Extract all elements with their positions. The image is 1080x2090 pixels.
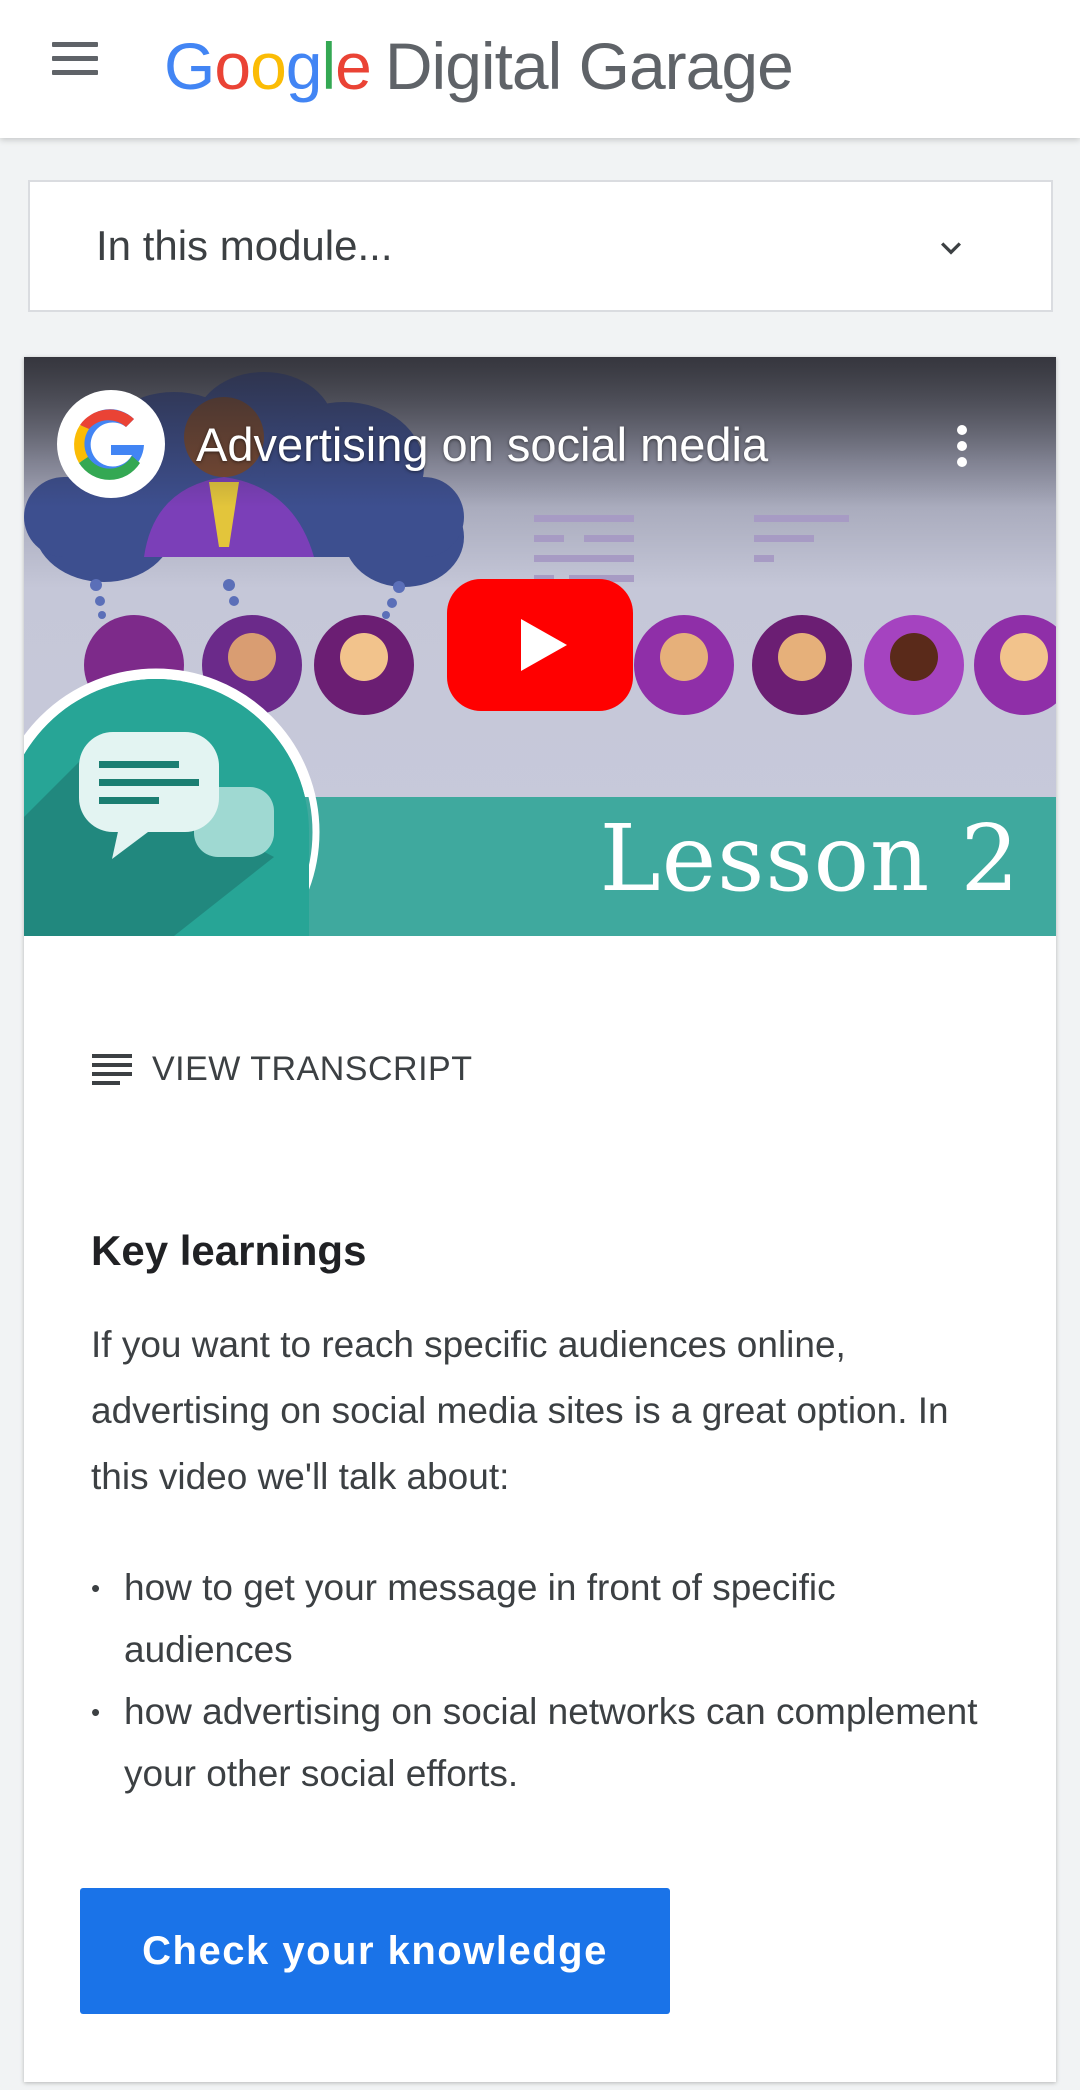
logo-letter: e	[335, 29, 372, 103]
check-your-knowledge-button[interactable]: Check your knowledge	[80, 1888, 670, 2014]
logo-letter: o	[250, 29, 287, 103]
youtube-play-icon[interactable]	[447, 579, 633, 711]
key-learnings-list: how to get your message in front of spec…	[91, 1557, 991, 1805]
logo-letter: G	[164, 29, 215, 103]
key-learnings-intro: If you want to reach specific audiences …	[91, 1324, 949, 1497]
logo-letter: o	[214, 29, 251, 103]
view-transcript-button[interactable]: VIEW TRANSCRIPT	[92, 1044, 472, 1094]
logo-letter: g	[285, 29, 323, 103]
google-digital-garage-logo[interactable]: Go o g l e Digital Garage	[164, 26, 794, 106]
logo-product-name: Digital Garage	[384, 29, 794, 103]
view-transcript-label: VIEW TRANSCRIPT	[152, 1049, 473, 1088]
chevron-down-icon	[941, 242, 961, 255]
key-learnings-heading: Key learnings	[91, 1227, 367, 1274]
list-item: how advertising on social networks can c…	[91, 1681, 991, 1805]
list-item: how to get your message in front of spec…	[91, 1557, 991, 1681]
notes-icon	[92, 1052, 132, 1086]
logo-letter: l	[321, 29, 337, 103]
more-vert-icon[interactable]	[952, 425, 972, 469]
google-g-icon[interactable]	[56, 389, 166, 499]
lesson-card: Lesson 2 Advertising on social media VIE…	[24, 357, 1056, 2082]
hamburger-menu-icon[interactable]	[44, 38, 112, 82]
video-title[interactable]: Advertising on social media	[196, 417, 768, 472]
module-dropdown[interactable]: In this module...	[28, 180, 1053, 312]
app-header: Go o g l e Digital Garage	[0, 0, 1080, 138]
video-player[interactable]: Lesson 2 Advertising on social media	[24, 357, 1056, 936]
thumbnail-lesson-text: Lesson 2	[599, 805, 1020, 912]
module-dropdown-label: In this module...	[96, 222, 393, 269]
